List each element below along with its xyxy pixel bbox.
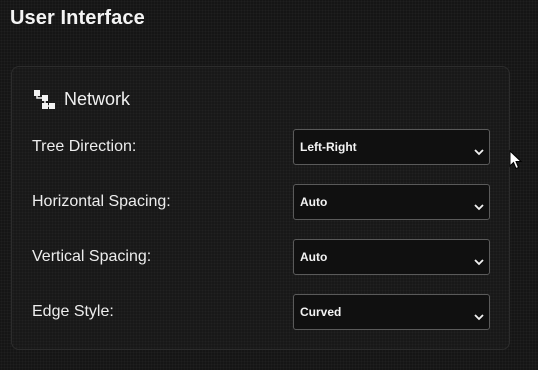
page-title: User Interface: [10, 7, 145, 29]
edge-style-row: Edge Style: Curved: [32, 293, 490, 331]
chevron-down-icon: [474, 253, 484, 266]
vertical-spacing-select[interactable]: Auto: [293, 239, 490, 275]
tree-direction-value: Left-Right: [300, 140, 357, 154]
edge-style-value: Curved: [300, 305, 342, 319]
chevron-down-icon: [474, 198, 484, 211]
vertical-spacing-label: Vertical Spacing:: [32, 248, 152, 265]
edge-style-select[interactable]: Curved: [293, 294, 490, 330]
network-tree-icon: [34, 89, 56, 110]
horizontal-spacing-value: Auto: [300, 195, 328, 209]
chevron-down-icon: [474, 308, 484, 321]
horizontal-spacing-label: Horizontal Spacing:: [32, 193, 171, 210]
tree-direction-select[interactable]: Left-Right: [293, 129, 490, 165]
vertical-spacing-value: Auto: [300, 250, 328, 264]
panel-title: Network: [64, 89, 131, 109]
horizontal-spacing-row: Horizontal Spacing: Auto: [32, 183, 490, 221]
vertical-spacing-row: Vertical Spacing: Auto: [32, 238, 490, 276]
edge-style-label: Edge Style:: [32, 303, 114, 320]
tree-direction-row: Tree Direction: Left-Right: [32, 128, 490, 166]
panel-header: Network: [34, 89, 130, 110]
mouse-cursor-icon: [509, 149, 523, 170]
horizontal-spacing-select[interactable]: Auto: [293, 184, 490, 220]
tree-direction-label: Tree Direction:: [32, 138, 137, 155]
chevron-down-icon: [474, 143, 484, 156]
network-settings-panel: Network Tree Direction: Left-Right Horiz…: [11, 66, 510, 350]
